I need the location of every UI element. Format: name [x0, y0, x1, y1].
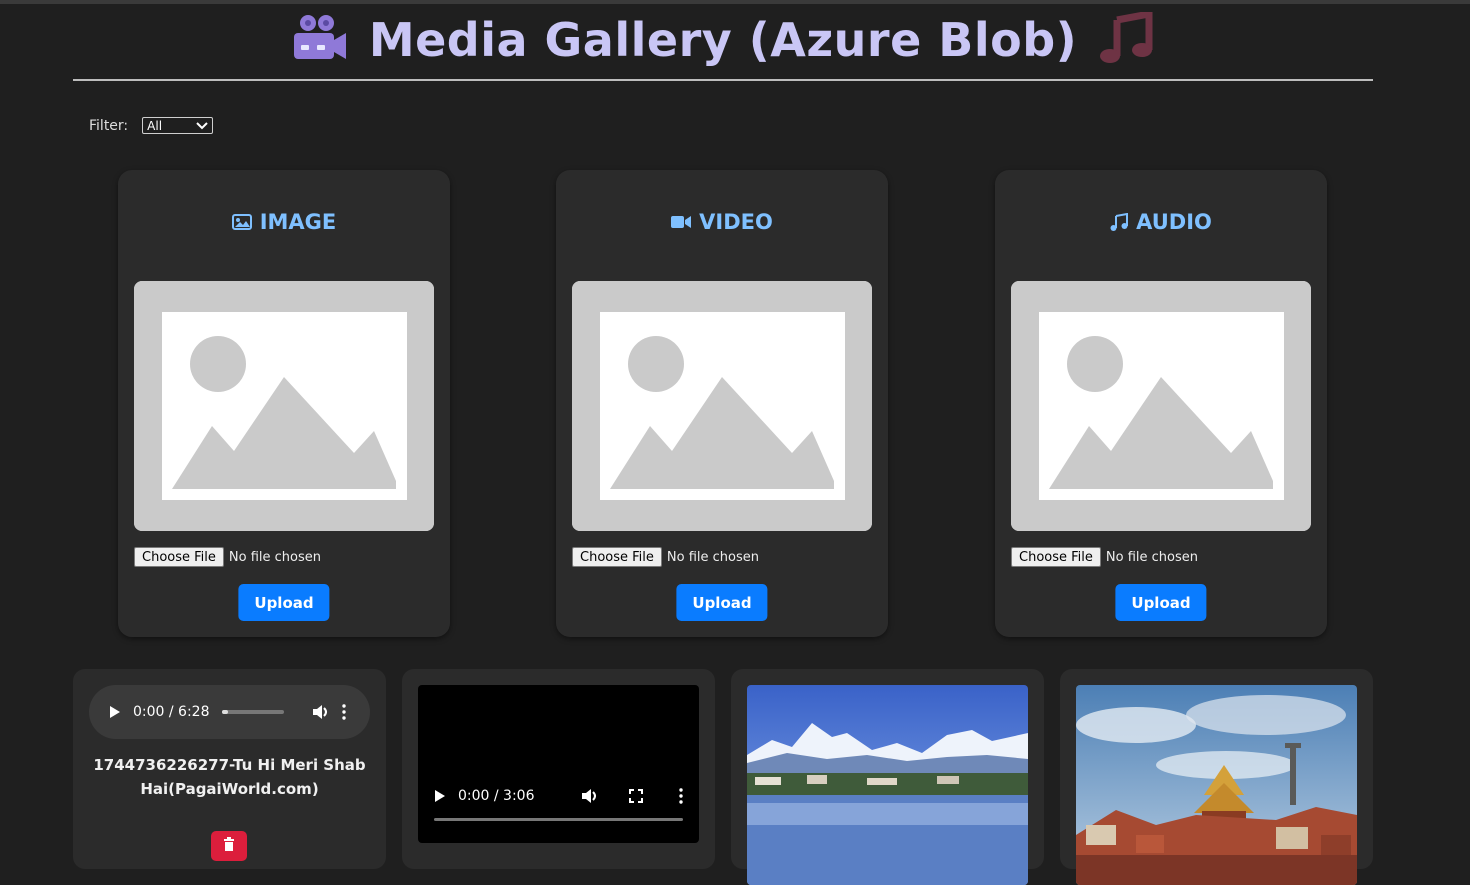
- volume-icon[interactable]: [312, 704, 330, 720]
- choose-file-button[interactable]: Choose File: [134, 547, 224, 567]
- card-title-label: IMAGE: [259, 210, 337, 234]
- music-note-icon: [1110, 213, 1129, 231]
- filter-selected-value: All: [147, 118, 163, 133]
- placeholder-image: [134, 281, 434, 531]
- video-camera-icon: [671, 216, 692, 228]
- page-title: Media Gallery (Azure Blob): [368, 13, 1078, 67]
- upload-card-image: IMAGE Choose File No file chosen Upload: [118, 170, 450, 637]
- mountain-lake-photo[interactable]: [747, 685, 1028, 885]
- gallery-item-audio: 0:00 / 6:28 1744736226277-Tu Hi Meri Sha…: [73, 669, 386, 869]
- play-icon[interactable]: [109, 705, 121, 719]
- audio-time: 0:00 / 6:28: [133, 704, 210, 720]
- card-title-label: VIDEO: [699, 210, 773, 234]
- music-note-icon: [1099, 9, 1155, 68]
- play-icon[interactable]: [434, 789, 446, 803]
- media-file-name: 1744736226277-Tu Hi Meri Shab Hai(PagaiW…: [93, 756, 366, 798]
- upload-card-video: VIDEO Choose File No file chosen Upload: [556, 170, 888, 637]
- video-seek-bar[interactable]: [434, 818, 683, 821]
- upload-button[interactable]: Upload: [676, 584, 768, 621]
- more-options-icon[interactable]: [679, 788, 683, 804]
- video-controls: 0:00 / 3:06: [418, 781, 699, 811]
- choose-file-button[interactable]: Choose File: [1011, 547, 1101, 567]
- chevron-down-icon: [196, 121, 208, 129]
- trash-icon: [224, 837, 234, 851]
- image-icon: [231, 214, 252, 230]
- more-options-icon[interactable]: [341, 704, 346, 720]
- filter-label: Filter:: [89, 117, 129, 134]
- video-time: 0:00 / 3:06: [458, 788, 535, 804]
- upload-button[interactable]: Upload: [238, 584, 330, 621]
- card-title: AUDIO: [995, 210, 1327, 234]
- file-input: Choose File No file chosen: [572, 547, 759, 567]
- video-player[interactable]: 0:00 / 3:06: [418, 685, 699, 843]
- page-header: Media Gallery (Azure Blob): [0, 9, 1446, 70]
- file-status: No file chosen: [666, 549, 759, 565]
- placeholder-image: [1011, 281, 1311, 531]
- file-input: Choose File No file chosen: [1011, 547, 1198, 567]
- top-border: [0, 0, 1470, 4]
- file-input: Choose File No file chosen: [134, 547, 321, 567]
- choose-file-button[interactable]: Choose File: [572, 547, 662, 567]
- card-title-label: AUDIO: [1136, 210, 1212, 234]
- filter-select[interactable]: All: [142, 117, 214, 134]
- card-title: IMAGE: [118, 210, 450, 234]
- card-title: VIDEO: [556, 210, 888, 234]
- gallery-item-image: [1060, 669, 1373, 885]
- movie-camera-icon: [291, 13, 347, 67]
- audio-seek-bar[interactable]: [221, 710, 284, 714]
- temple-city-photo[interactable]: [1076, 685, 1357, 885]
- file-status: No file chosen: [228, 549, 321, 565]
- file-status: No file chosen: [1105, 549, 1198, 565]
- fullscreen-icon[interactable]: [629, 789, 643, 803]
- gallery-item-video: 0:00 / 3:06: [402, 669, 715, 869]
- filter-bar: Filter: All: [89, 117, 214, 134]
- gallery-item-image: [731, 669, 1044, 885]
- upload-card-audio: AUDIO Choose File No file chosen Upload: [995, 170, 1327, 637]
- volume-icon[interactable]: [581, 788, 599, 804]
- upload-button[interactable]: Upload: [1115, 584, 1207, 621]
- audio-player[interactable]: 0:00 / 6:28: [89, 685, 370, 739]
- placeholder-image: [572, 281, 872, 531]
- delete-button[interactable]: [211, 831, 247, 861]
- header-divider: [73, 79, 1373, 81]
